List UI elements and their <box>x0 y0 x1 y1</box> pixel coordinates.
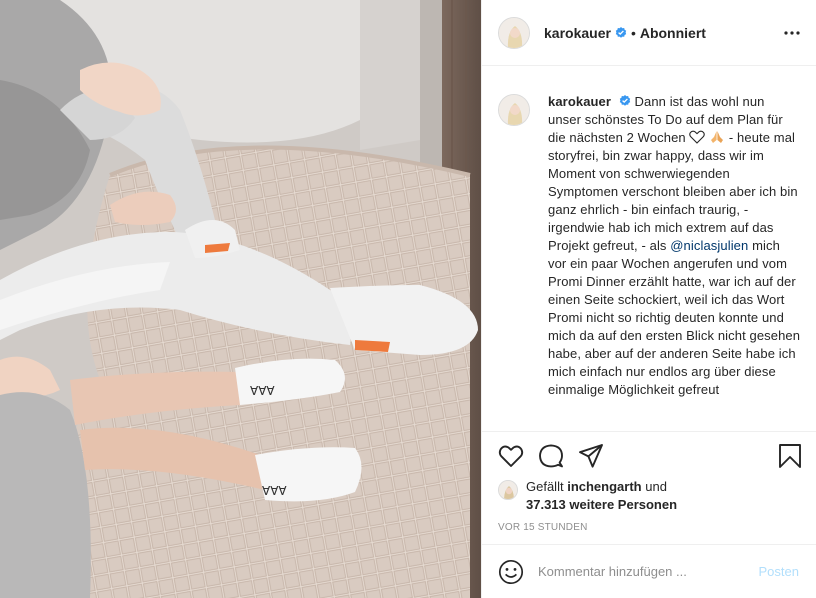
action-bar <box>482 432 816 480</box>
svg-text:ⱯⱯⱯ: ⱯⱯⱯ <box>250 384 275 398</box>
caption-area: karokauer Dann ist das wohl nun unser sc… <box>482 66 816 431</box>
bookmark-icon[interactable] <box>777 443 803 469</box>
caption-text-part-2: - heute mal storyfrei, bin zwar happy, d… <box>548 130 798 253</box>
caption-text-part-3: mich vor ein paar Wochen angerufen und v… <box>548 238 801 397</box>
post-caption: karokauer Dann ist das wohl nun unser sc… <box>548 93 801 431</box>
post-header: karokauer • Abonniert <box>482 0 816 66</box>
caption-author-avatar[interactable] <box>498 94 530 126</box>
liked-by-user-link[interactable]: inchengarth <box>567 479 641 494</box>
post-photo: ⱯⱯⱯ ⱯⱯⱯ <box>0 0 481 598</box>
comment-input[interactable] <box>538 564 768 579</box>
caption-username[interactable]: karokauer <box>548 94 611 109</box>
verified-badge-icon <box>615 26 627 38</box>
post-sidebar: karokauer • Abonniert karokauer Dann ist… <box>481 0 816 598</box>
emoji-icon[interactable] <box>498 559 524 585</box>
author-avatar[interactable] <box>498 16 530 49</box>
liked-by-prefix: Gefällt <box>526 479 564 494</box>
white-heart-icon <box>689 130 706 144</box>
mention-link[interactable]: @niclasjulien <box>670 238 748 253</box>
author-username[interactable]: karokauer <box>544 25 611 41</box>
heart-icon[interactable] <box>498 443 524 469</box>
post-actions-section: Gefällt inchengarth und 37.313 weitere P… <box>482 431 816 533</box>
liked-by-and: und <box>645 479 667 494</box>
liker-avatar[interactable] <box>498 480 518 500</box>
likes-text: Gefällt inchengarth und 37.313 weitere P… <box>526 478 677 514</box>
post-comment-button[interactable]: Posten <box>759 564 799 579</box>
folded-hands-icon <box>711 131 724 143</box>
add-comment-section: Posten <box>482 544 816 598</box>
more-options-icon[interactable] <box>783 24 801 42</box>
post-timestamp[interactable]: VOR 15 STUNDEN <box>498 522 588 533</box>
comment-icon[interactable] <box>538 443 564 469</box>
share-icon[interactable] <box>578 443 604 469</box>
follow-status-button[interactable]: Abonniert <box>640 25 706 41</box>
post-image[interactable]: ⱯⱯⱯ ⱯⱯⱯ <box>0 0 481 598</box>
likes-count-link[interactable]: 37.313 weitere Personen <box>526 497 677 512</box>
header-separator: • <box>630 24 636 41</box>
verified-badge-icon <box>619 95 630 106</box>
svg-text:ⱯⱯⱯ: ⱯⱯⱯ <box>262 484 287 498</box>
likes-summary: Gefällt inchengarth und 37.313 weitere P… <box>498 478 798 514</box>
